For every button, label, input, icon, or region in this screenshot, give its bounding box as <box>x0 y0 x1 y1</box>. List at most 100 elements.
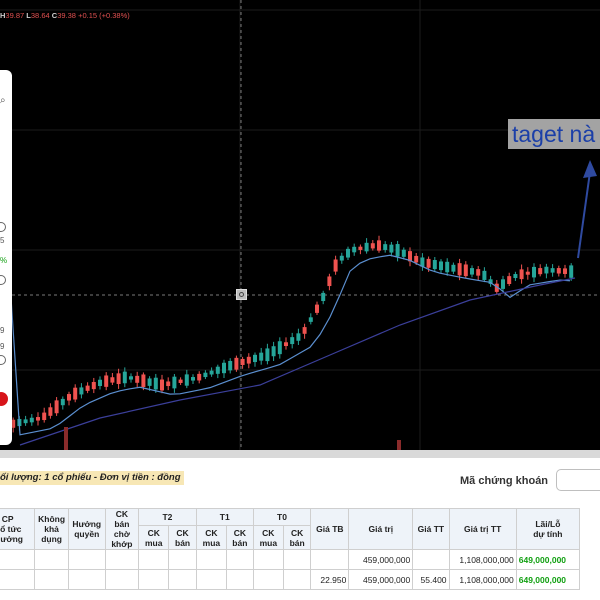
ohlc-readout: H39.87 L38.64 C39.38 +0.15 (+0.38%) <box>0 11 130 20</box>
candle <box>308 317 313 322</box>
candle <box>401 249 406 257</box>
unit-note: ối lượng: 1 cổ phiếu - Đơn vị tiền : đồn… <box>0 471 184 485</box>
candle <box>544 266 549 274</box>
radio-circle-icon[interactable] <box>0 355 6 365</box>
arrow-head-icon <box>583 160 597 178</box>
candle <box>513 274 518 279</box>
close-value: 39.38 <box>57 11 76 20</box>
volume-bar <box>64 427 68 450</box>
candle <box>445 261 450 273</box>
candle <box>346 248 350 258</box>
col-t0: T0 <box>252 507 312 527</box>
col-t2-buy: CK mua <box>138 525 170 550</box>
candle <box>296 333 301 341</box>
cell-value: 459,000,000 <box>348 549 414 570</box>
holdings-table: CP Cổ tức thưởng Không khả dụng Hưởng qu… <box>0 507 581 590</box>
candle <box>91 381 96 390</box>
col-unavailable: Không khả dụng <box>34 508 69 550</box>
candle <box>240 358 245 365</box>
candle <box>228 360 233 371</box>
candle <box>104 375 109 387</box>
candle <box>271 346 276 357</box>
candle <box>315 304 319 313</box>
candle <box>197 373 202 381</box>
candle <box>116 373 121 385</box>
panel-divider <box>0 450 600 458</box>
drawing-tools-panel[interactable]: ⌕ 5 % 9 9 <box>0 70 12 445</box>
cell-market-value: 1,108,000,000 <box>448 549 517 570</box>
candle <box>253 354 257 363</box>
candle <box>166 381 171 387</box>
symbol-filter-input[interactable] <box>556 469 600 491</box>
candle <box>23 419 28 424</box>
candle <box>122 371 127 384</box>
target-annotation[interactable]: taget nà <box>508 119 600 149</box>
col-value: Giá trị <box>348 508 414 550</box>
candle <box>532 266 536 278</box>
candle <box>451 264 456 272</box>
candle <box>153 377 158 390</box>
candle <box>147 378 152 386</box>
candle <box>79 387 84 395</box>
col-pending-sell: CK bán chờ khớp <box>104 508 140 550</box>
record-button[interactable] <box>0 392 8 406</box>
candle <box>42 412 47 421</box>
crosshair-handle-icon[interactable] <box>236 289 247 300</box>
col-avg-price: Giá TB <box>310 508 350 550</box>
candle <box>339 255 344 261</box>
radio-circle-icon[interactable] <box>0 222 6 232</box>
cell-avg-price: 22.950 <box>310 569 350 590</box>
side-label-3: 9 <box>0 326 5 335</box>
col-pnl: Lãi/Lỗ dự tính <box>515 508 581 550</box>
candle <box>259 352 264 361</box>
candle <box>519 269 524 280</box>
candle <box>141 374 146 388</box>
table-row[interactable]: 22.950 459,000,000 55.400 1,108,000,000 … <box>0 569 581 590</box>
candle <box>569 265 574 278</box>
cell-market-value: 1,108,000,000 <box>448 569 517 590</box>
candle <box>470 268 474 275</box>
cell-pnl: 649,000,000 <box>515 549 581 570</box>
candle <box>364 242 369 252</box>
candle <box>222 362 226 374</box>
candle <box>414 255 419 263</box>
candle <box>352 246 357 253</box>
candlestick-chart-canvas[interactable] <box>0 0 600 450</box>
candle <box>135 375 140 383</box>
candle <box>48 407 53 416</box>
target-arrow-icon <box>577 171 591 259</box>
col-t2-sell: CK bán <box>168 525 197 550</box>
low-value: 38.64 <box>30 11 50 20</box>
candle <box>556 268 561 274</box>
candle <box>110 377 115 383</box>
high-value: 39.87 <box>5 11 25 20</box>
candle <box>333 259 338 272</box>
candle <box>377 240 381 251</box>
candle <box>290 337 295 345</box>
candle <box>439 261 443 271</box>
candle <box>383 244 388 250</box>
candle <box>85 385 90 391</box>
candle <box>67 394 71 401</box>
candle <box>550 268 555 273</box>
candle <box>98 379 102 386</box>
col-t1-sell: CK bán <box>226 525 254 550</box>
search-icon[interactable]: ⌕ <box>0 96 6 106</box>
candle <box>129 376 133 380</box>
table-row[interactable]: 459,000,000 1,108,000,000 649,000,000 <box>0 549 581 570</box>
candle <box>482 270 487 280</box>
candle <box>507 276 512 285</box>
side-label-1: 5 <box>0 236 5 245</box>
candle <box>73 387 78 400</box>
candle <box>234 357 239 370</box>
cell-market-price: 55.400 <box>412 569 450 590</box>
cell-pnl: 649,000,000 <box>515 569 581 590</box>
candle <box>209 370 214 375</box>
candle <box>36 417 40 421</box>
side-label-4: 9 <box>0 342 5 351</box>
candle <box>538 268 543 275</box>
candle <box>160 379 164 391</box>
radio-circle-icon[interactable] <box>0 275 6 285</box>
candle <box>426 258 431 268</box>
price-chart[interactable]: H39.87 L38.64 C39.38 +0.15 (+0.38%) tage… <box>0 0 600 450</box>
